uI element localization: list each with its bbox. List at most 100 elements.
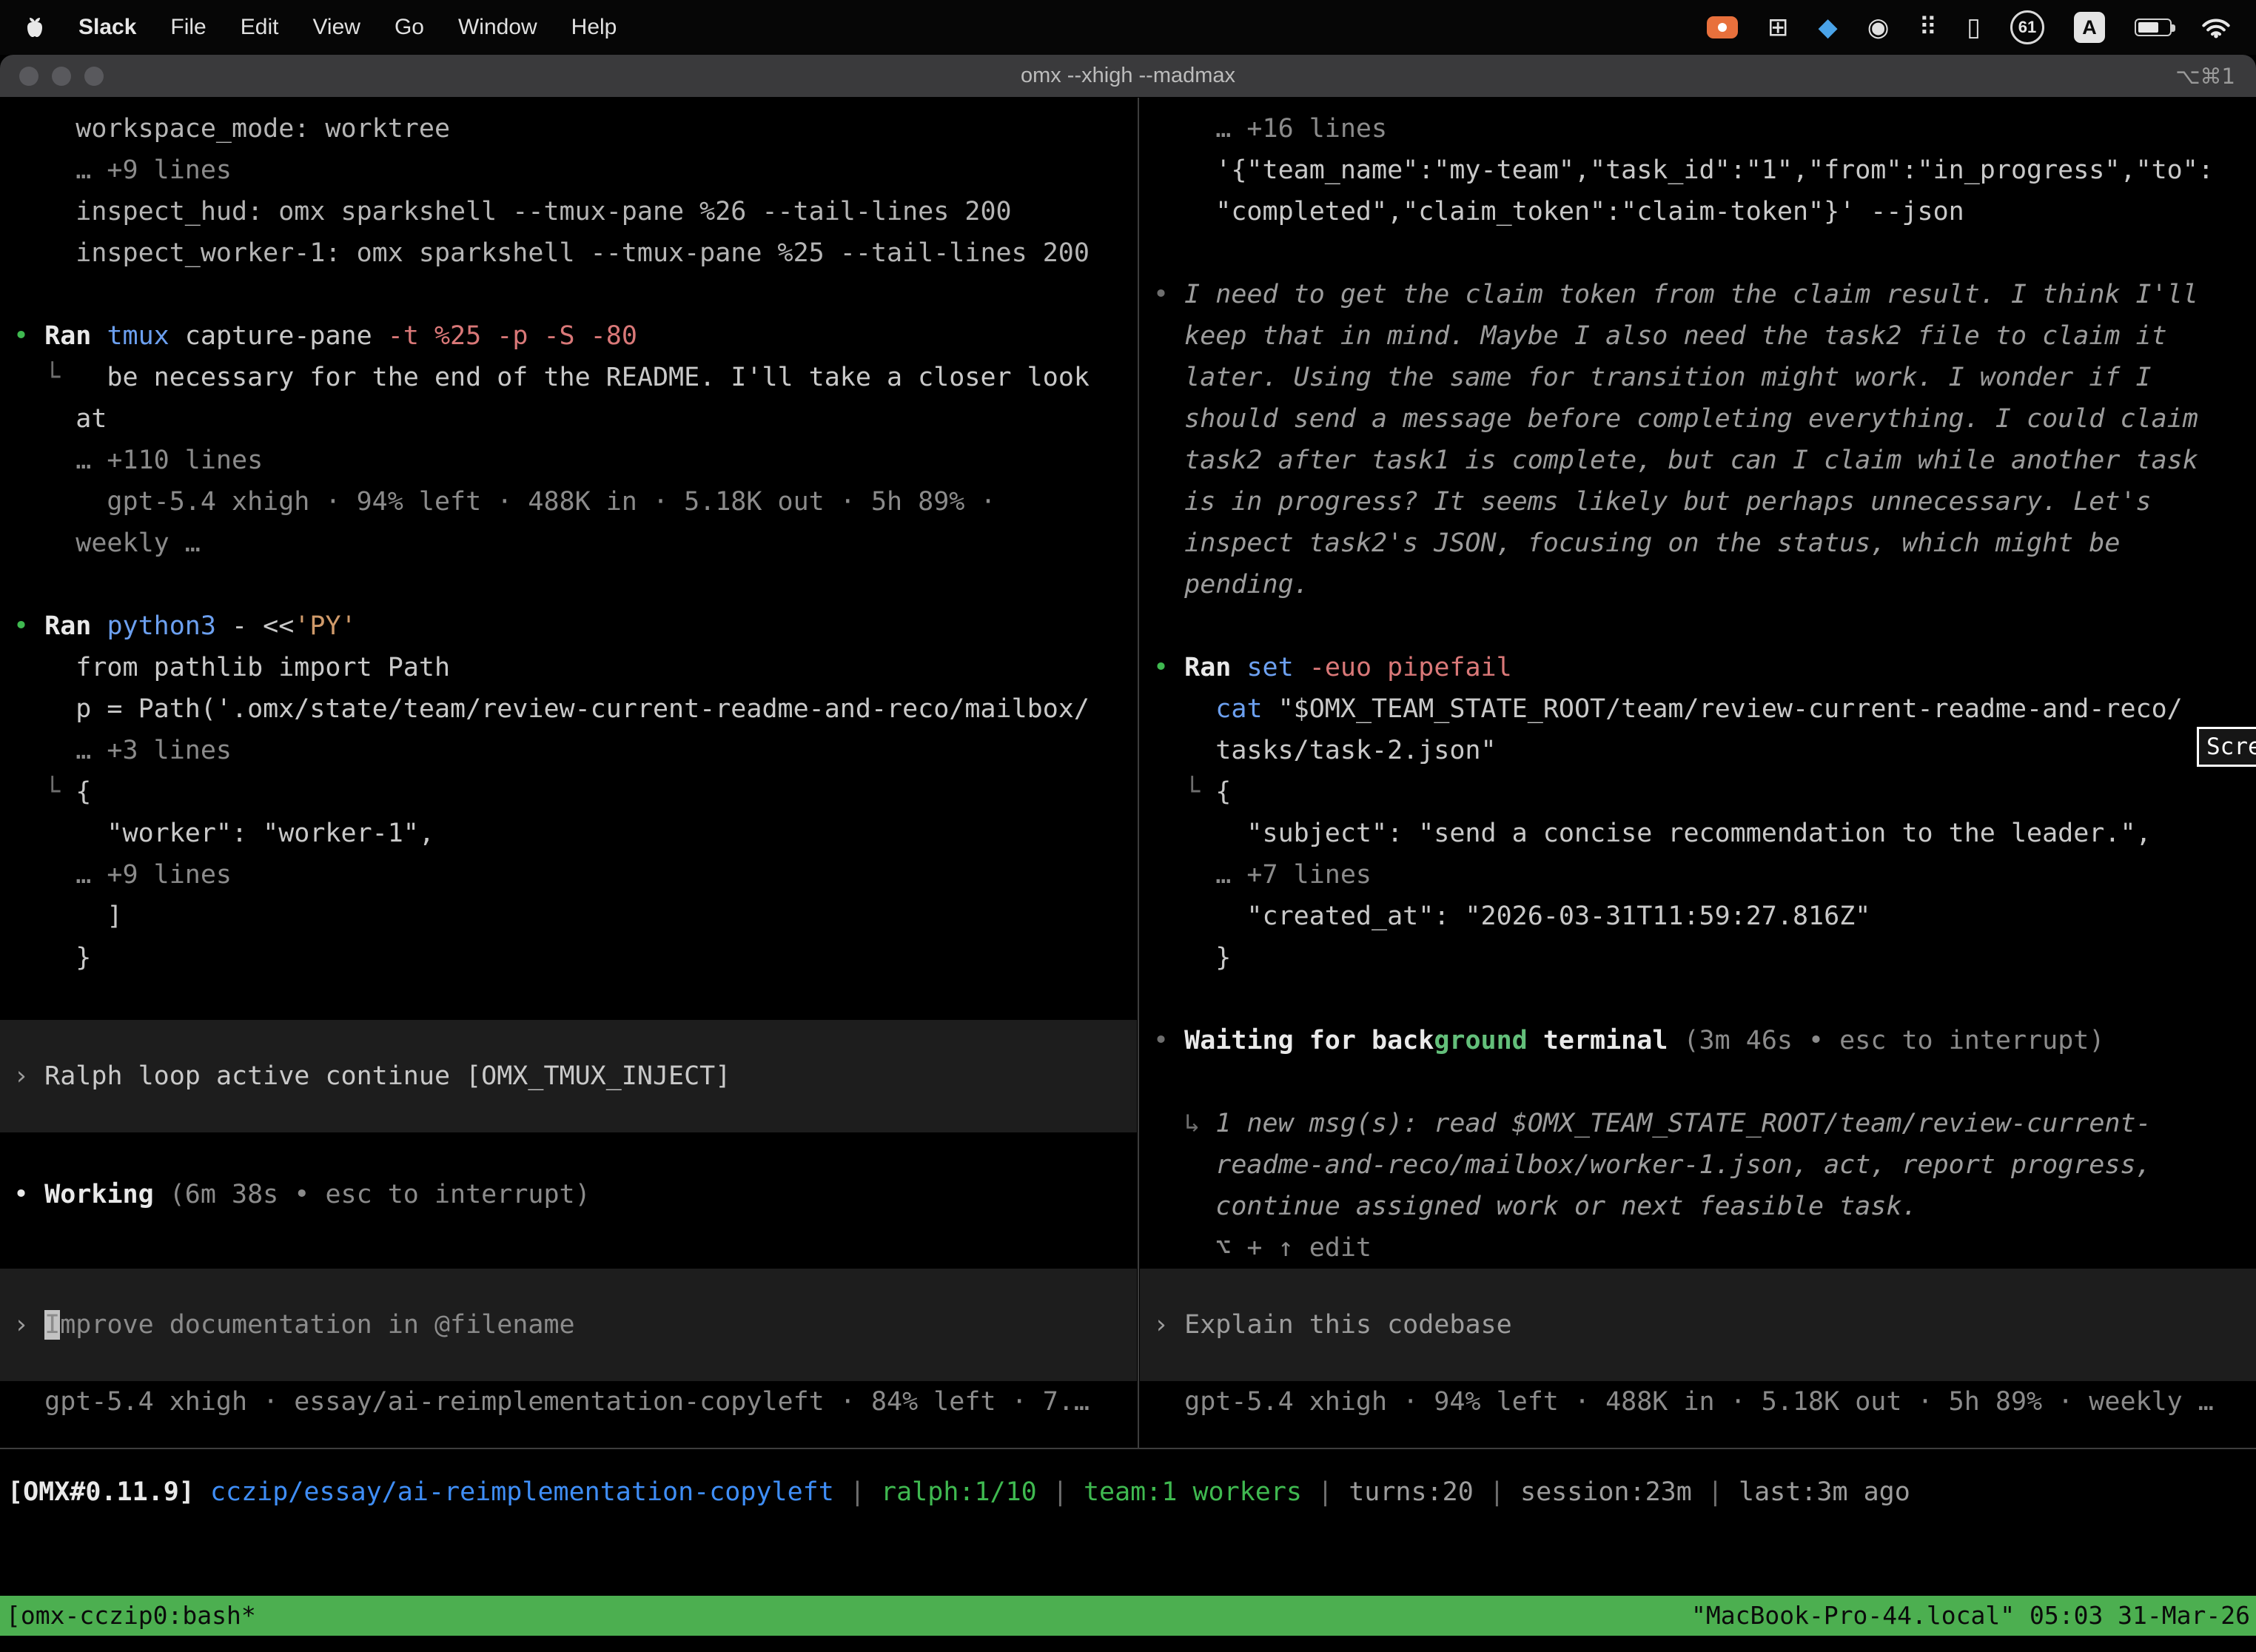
terminal-line: from pathlib import Path — [0, 647, 1137, 688]
text-cursor: I — [44, 1310, 60, 1340]
terminal-line — [0, 1215, 1137, 1257]
text-segment: gpt-5.4 xhigh · 94% left · 488K in · 5.1… — [13, 487, 996, 517]
terminal-line: at — [0, 398, 1137, 440]
text-segment: workspace_mode: worktree — [13, 114, 450, 144]
terminal-line: … +3 lines — [0, 730, 1137, 771]
grid-icon[interactable]: ⊞ — [1767, 13, 1789, 42]
menu-go[interactable]: Go — [395, 15, 424, 40]
omx-hud-line: [OMX#0.11.9] cczip/essay/ai-reimplementa… — [0, 1471, 2256, 1513]
battery-fill — [2138, 22, 2158, 33]
screen-recording-indicator[interactable] — [1707, 16, 1738, 38]
text-segment: at — [13, 404, 107, 434]
text-segment: turns:20 — [1349, 1477, 1474, 1507]
terminal-line: cat "$OMX_TEAM_STATE_ROOT/team/review-cu… — [1140, 688, 2256, 730]
pane-divider-horizontal[interactable] — [0, 1448, 2256, 1449]
terminal-line: readme-and-reco/mailbox/worker-1.json, a… — [1140, 1144, 2256, 1186]
composer-suggestion[interactable]: › Explain this codebase — [1140, 1269, 2256, 1381]
text-segment: I need to get the claim token from the c… — [1184, 280, 2198, 309]
text-segment: … +16 lines — [1153, 114, 1387, 144]
terminal-line: task2 after task1 is complete, but can I… — [1140, 440, 2256, 481]
menu-edit[interactable]: Edit — [241, 15, 279, 40]
terminal-line: • Ran set -euo pipefail — [1140, 647, 2256, 688]
terminal-line — [0, 1132, 1137, 1174]
text-segment: … +3 lines — [13, 736, 232, 765]
text-segment: 'PY' — [294, 611, 356, 641]
text-segment: Ran — [44, 321, 107, 351]
display-icon[interactable]: ▯ — [1967, 13, 1981, 42]
text-segment: ground — [1434, 1026, 1527, 1055]
text-segment: later. Using the same for transition mig… — [1153, 363, 2152, 392]
zoom-button[interactable] — [84, 67, 104, 86]
text-segment: Ran — [44, 611, 107, 641]
omx-hud-status: [OMX#0.11.9] cczip/essay/ai-reimplementa… — [0, 1471, 2256, 1513]
text-segment: | — [1474, 1477, 1520, 1507]
text-segment: • — [1153, 1026, 1184, 1055]
window-title-bar[interactable]: omx --xhigh --madmax ⌥⌘1 — [0, 55, 2256, 98]
text-segment: p = Path('.omx/state/team/review-current… — [13, 694, 1090, 724]
text-segment: • — [13, 611, 44, 641]
wifi-icon[interactable] — [2201, 16, 2231, 39]
terminal-line: ⌥ + ↑ edit — [1140, 1227, 2256, 1269]
text-segment: inspect_hud: omx sparkshell --tmux-pane … — [13, 197, 1012, 226]
window-title: omx --xhigh --madmax — [0, 64, 2256, 88]
terminal-line: weekly … — [0, 523, 1137, 564]
text-segment: ↳ — [1153, 1109, 1215, 1138]
drop-icon[interactable]: ◆ — [1819, 13, 1838, 42]
menu-help[interactable]: Help — [571, 15, 617, 40]
minimize-button[interactable] — [52, 67, 71, 86]
terminal-line: … +7 lines — [1140, 854, 2256, 896]
text-segment: (3m 46s • esc to interrupt) — [1683, 1026, 2104, 1055]
input-source-icon[interactable]: A — [2074, 12, 2105, 43]
circle-badge[interactable]: 61 — [2010, 10, 2044, 44]
tmux-pane-left[interactable]: workspace_mode: worktree … +9 lines insp… — [0, 98, 1137, 1448]
menu-window[interactable]: Window — [458, 15, 537, 40]
text-segment: "subject": "send a concise recommendatio… — [1153, 819, 2152, 848]
battery-icon[interactable] — [2135, 19, 2172, 36]
composer-input[interactable]: › Improve documentation in @filename — [0, 1269, 1137, 1381]
text-segment: pending. — [1153, 570, 1309, 600]
text-segment: - << — [232, 611, 294, 641]
model-status-line: gpt-5.4 xhigh · essay/ai-reimplementatio… — [0, 1381, 1137, 1423]
tmux-pane-right[interactable]: … +16 lines '{"team_name":"my-team","tas… — [1140, 98, 2256, 1448]
text-segment: tmux — [107, 321, 184, 351]
text-segment: "$OMX_TEAM_STATE_ROOT/team/review-curren… — [1278, 694, 2183, 724]
text-segment: (6m 38s • esc to interrupt) — [169, 1180, 591, 1209]
text-segment: | — [1037, 1477, 1084, 1507]
text-segment: '{"team_name":"my-team","task_id":"1","f… — [1153, 155, 2214, 185]
text-segment: team:1 workers — [1084, 1477, 1302, 1507]
close-button[interactable] — [19, 67, 38, 86]
battery-nub — [2172, 24, 2175, 32]
terminal-line: later. Using the same for transition mig… — [1140, 357, 2256, 398]
dots-grid-icon[interactable]: ⠿ — [1918, 13, 1937, 42]
pane-divider-vertical[interactable] — [1138, 98, 1139, 1448]
terminal-line: • Ran python3 - <<'PY' — [0, 605, 1137, 647]
text-segment: cczip/essay/ai-reimplementation-copyleft — [210, 1477, 834, 1507]
menu-file[interactable]: File — [170, 15, 206, 40]
text-segment: task2 after task1 is complete, but can I… — [1153, 446, 2198, 475]
text-segment: | — [834, 1477, 881, 1507]
text-segment: mprove documentation in @filename — [60, 1310, 574, 1340]
text-segment: … +110 lines — [13, 446, 263, 475]
apple-menu[interactable] — [25, 16, 44, 39]
terminal-line: ↳ 1 new msg(s): read $OMX_TEAM_STATE_ROO… — [1140, 1103, 2256, 1144]
terminal-line: "subject": "send a concise recommendatio… — [1140, 813, 2256, 854]
text-segment: cat — [1215, 694, 1278, 724]
terminal-line: workspace_mode: worktree — [0, 108, 1137, 150]
text-segment: [OMX#0.11.9] — [7, 1477, 210, 1507]
text-segment: -euo pipefail — [1309, 653, 1512, 682]
text-segment: › — [13, 1310, 44, 1340]
text-segment: tasks/task-2.json" — [1153, 736, 1497, 765]
menu-view[interactable]: View — [312, 15, 360, 40]
menu-app-name[interactable]: Slack — [78, 15, 136, 40]
terminal-line: } — [0, 937, 1137, 978]
text-segment: • — [13, 321, 44, 351]
text-segment: Waiting for back — [1184, 1026, 1434, 1055]
text-segment: be necessary for the end of the README. … — [60, 363, 1090, 392]
text-segment: └ — [13, 363, 60, 392]
record-dot-icon — [1718, 23, 1727, 32]
app-icon[interactable]: ◉ — [1867, 13, 1890, 42]
terminal-line: inspect_worker-1: omx sparkshell --tmux-… — [0, 232, 1137, 274]
text-segment: continue assigned work or next feasible … — [1153, 1192, 1918, 1221]
text-segment: readme-and-reco/mailbox/worker-1.json, a… — [1153, 1150, 2152, 1180]
text-segment: weekly … — [13, 528, 201, 558]
